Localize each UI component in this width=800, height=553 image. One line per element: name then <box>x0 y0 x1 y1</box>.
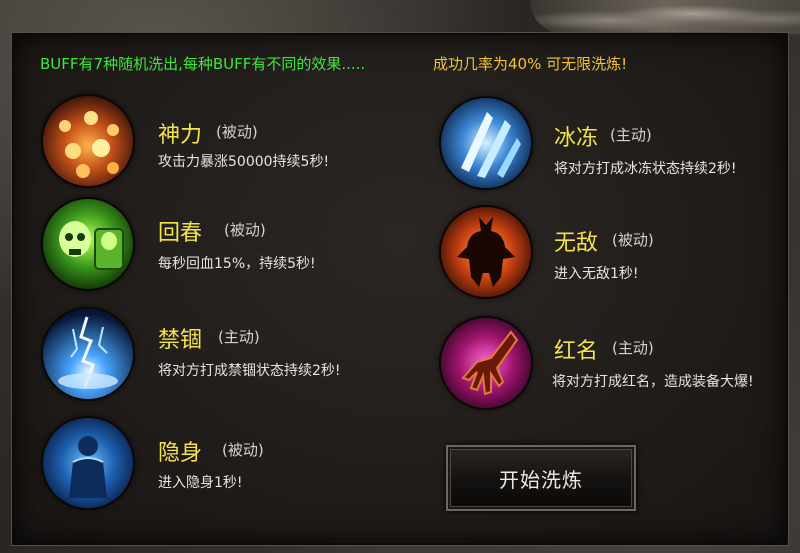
skill-name-shenli: 神力 <box>158 123 203 148</box>
demon-silhouette-icon <box>441 207 531 297</box>
skill-name-yinshen: 隐身 <box>158 441 203 466</box>
ice-shards-icon <box>441 98 531 188</box>
skill-desc-yinshen: 进入隐身1秒! <box>158 475 243 491</box>
skill-desc-hongming: 将对方打成红名，造成装备大爆! <box>552 374 754 390</box>
skill-name-jingu: 禁锢 <box>158 328 203 353</box>
skill-desc-bingdong: 将对方打成冰冻状态持续2秒! <box>554 161 737 177</box>
green-skull-icon <box>43 199 133 289</box>
success-rate-banner: 成功几率为40% 可无限洗炼! <box>433 55 628 73</box>
skill-desc-jingu: 将对方打成禁锢状态持续2秒! <box>158 363 341 379</box>
ghost-figure-icon <box>43 418 133 508</box>
skill-type-hongming: (主动) <box>612 339 654 357</box>
lightning-icon <box>43 309 133 399</box>
claw-hand-icon <box>441 318 531 408</box>
start-refine-button[interactable]: 开始洗炼 <box>446 445 636 511</box>
skill-type-shenli: (被动) <box>216 123 258 141</box>
skill-type-wudi: (被动) <box>612 231 654 249</box>
skill-name-hongming: 红名 <box>554 339 599 364</box>
skill-name-huichun: 回春 <box>158 221 203 246</box>
skill-type-yinshen: (被动) <box>222 441 264 459</box>
skill-type-bingdong: (主动) <box>610 126 652 144</box>
skill-type-huichun: (被动) <box>224 221 266 239</box>
flame-candles-icon <box>43 96 133 186</box>
skill-desc-wudi: 进入无敌1秒! <box>554 266 639 282</box>
buff-info-banner: BUFF有7种随机洗出,每种BUFF有不同的效果..... <box>40 55 366 73</box>
skill-desc-shenli: 攻击力暴涨50000持续5秒! <box>158 154 330 170</box>
skill-desc-huichun: 每秒回血15%，持续5秒! <box>158 256 316 272</box>
skill-name-wudi: 无敌 <box>554 231 599 256</box>
skill-name-bingdong: 冰冻 <box>554 126 599 151</box>
dragon-ornament-icon <box>530 0 800 34</box>
skill-type-jingu: (主动) <box>218 328 260 346</box>
